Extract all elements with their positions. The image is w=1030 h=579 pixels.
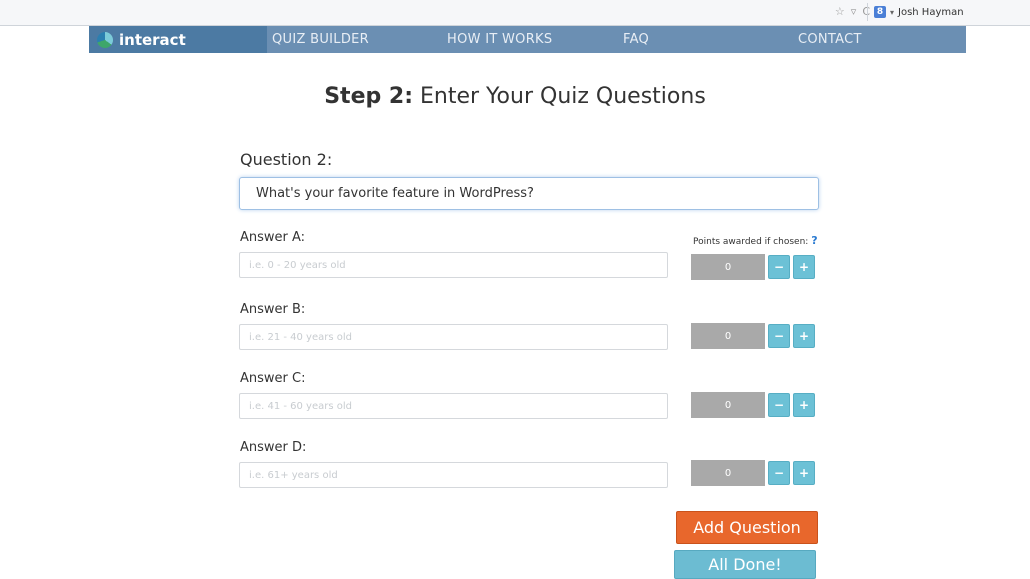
nav-item-faq[interactable]: FAQ [623, 32, 649, 47]
address-bar-controls: ☆ ▿ C [835, 5, 870, 18]
answer-b-label: Answer B: [240, 302, 306, 317]
all-done-button[interactable]: All Done! [674, 550, 816, 579]
dropdown-arrow-icon[interactable]: ▿ [851, 5, 857, 18]
answer-b-plus-button[interactable]: + [793, 324, 815, 348]
step-number: Step 2: [324, 84, 413, 109]
nav-item-quiz-builder[interactable]: QUIZ BUILDER [272, 32, 369, 47]
answer-b-minus-button[interactable]: − [768, 324, 790, 348]
answer-d-label: Answer D: [240, 440, 307, 455]
answer-a-plus-button[interactable]: + [793, 255, 815, 279]
answer-c-input[interactable] [239, 393, 668, 419]
answer-c-points: 0 [691, 392, 765, 418]
question-label: Question 2: [240, 150, 333, 169]
step-title: Enter Your Quiz Questions [420, 84, 706, 109]
top-navigation: interact QUIZ BUILDER HOW IT WORKS FAQ C… [89, 26, 966, 53]
bookmark-star-icon[interactable]: ☆ [835, 5, 845, 18]
answer-d-points: 0 [691, 460, 765, 486]
chevron-down-icon: ▾ [890, 7, 895, 17]
answer-d-plus-button[interactable]: + [793, 461, 815, 485]
answer-a-minus-button[interactable]: − [768, 255, 790, 279]
question-input[interactable] [239, 177, 819, 210]
answer-c-plus-button[interactable]: + [793, 393, 815, 417]
add-question-button[interactable]: Add Question [676, 511, 818, 544]
points-label: Points awarded if chosen: [693, 237, 809, 247]
nav-item-contact[interactable]: CONTACT [798, 32, 862, 47]
answer-d-minus-button[interactable]: − [768, 461, 790, 485]
answer-a-label: Answer A: [240, 230, 306, 245]
page-title: Step 2: Enter Your Quiz Questions [0, 84, 1030, 109]
answer-c-minus-button[interactable]: − [768, 393, 790, 417]
answer-d-input[interactable] [239, 462, 668, 488]
browser-profile[interactable]: 8 ▾ Josh Hayman [867, 3, 1024, 21]
site-logo[interactable]: interact [89, 26, 267, 53]
answer-a-input[interactable] [239, 252, 668, 278]
points-header: Points awarded if chosen: ? [693, 234, 818, 247]
browser-toolbar: ☆ ▿ C 8 ▾ Josh Hayman [0, 0, 1030, 26]
help-icon[interactable]: ? [811, 234, 817, 247]
answer-b-input[interactable] [239, 324, 668, 350]
nav-item-how-it-works[interactable]: HOW IT WORKS [447, 32, 552, 47]
logo-text: interact [119, 30, 186, 49]
answer-b-points: 0 [691, 323, 765, 349]
google-plus-icon: 8 [874, 6, 886, 18]
interact-logo-icon [97, 31, 113, 48]
answer-a-points: 0 [691, 254, 765, 280]
answer-c-label: Answer C: [240, 371, 306, 386]
profile-user-name: Josh Hayman [898, 6, 964, 18]
